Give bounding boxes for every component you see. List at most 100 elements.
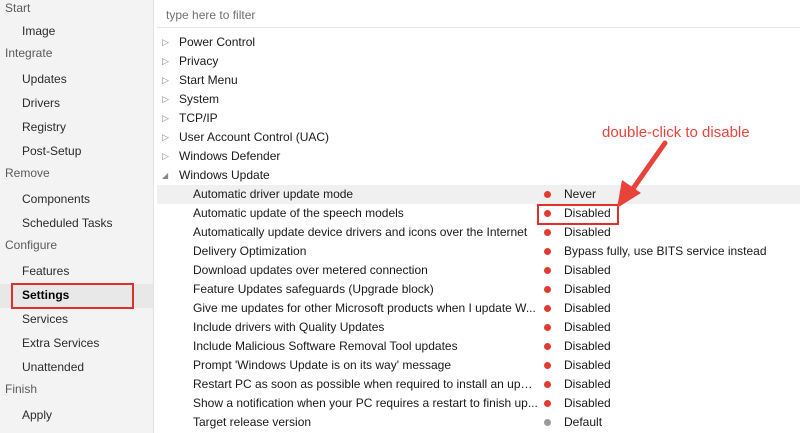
sidebar-item-label: Updates (22, 72, 67, 86)
tree-node-windows-update[interactable]: ◢ Windows Update (157, 166, 800, 185)
tree-node-start-menu[interactable]: ▷ Start Menu (157, 71, 800, 90)
tree-node-privacy[interactable]: ▷ Privacy (157, 52, 800, 71)
sidebar-item-image[interactable]: Image (0, 20, 153, 44)
setting-value[interactable]: Bypass fully, use BITS service instead (564, 242, 767, 261)
expand-arrow-icon[interactable]: ▷ (162, 147, 172, 166)
setting-name: Show a notification when your PC require… (193, 396, 538, 410)
sidebar-item-extra-services[interactable]: Extra Services (0, 332, 153, 356)
status-dot-icon (544, 267, 551, 274)
setting-row[interactable]: Show a notification when your PC require… (157, 394, 800, 413)
setting-name: Target release version (193, 415, 312, 429)
collapse-arrow-icon[interactable]: ◢ (162, 166, 172, 185)
setting-row[interactable]: Automatic update of the speech models Dis… (157, 204, 800, 223)
setting-row[interactable]: Automatically update device drivers and … (157, 223, 800, 242)
tree-node-label: Windows Defender (179, 149, 281, 163)
setting-row[interactable]: Feature Updates safeguards (Upgrade bloc… (157, 280, 800, 299)
sidebar-item-drivers[interactable]: Drivers (0, 92, 153, 116)
status-dot-icon (544, 305, 551, 312)
setting-row[interactable]: Delivery Optimization Bypass fully, use B… (157, 242, 800, 261)
expand-arrow-icon[interactable]: ▷ (162, 33, 172, 52)
sidebar-item-post-setup[interactable]: Post-Setup (0, 140, 153, 164)
tree-node-power-control[interactable]: ▷ Power Control (157, 33, 800, 52)
setting-name: Give me updates for other Microsoft prod… (193, 301, 536, 315)
sidebar-item-label: Unattended (22, 360, 85, 374)
setting-row[interactable]: Give me updates for other Microsoft prod… (157, 299, 800, 318)
tree-node-label: Start Menu (179, 73, 238, 87)
setting-name: Automatic update of the speech models (193, 206, 404, 220)
setting-row[interactable]: Include drivers with Quality Updates Disa… (157, 318, 800, 337)
sidebar-item-label: Drivers (22, 96, 60, 110)
setting-value[interactable]: Default (564, 413, 602, 432)
sidebar-section-integrate: Integrate (5, 46, 53, 60)
setting-value[interactable]: Disabled (564, 356, 611, 375)
sidebar-item-label: Post-Setup (22, 144, 82, 158)
sidebar-item-updates[interactable]: Updates (0, 68, 153, 92)
tree-node-windows-defender[interactable]: ▷ Windows Defender (157, 147, 800, 166)
sidebar-section-start: Start (5, 1, 31, 15)
setting-value[interactable]: Disabled (564, 337, 611, 356)
setting-value[interactable]: Disabled (564, 394, 611, 413)
sidebar-item-settings[interactable]: Settings (0, 284, 153, 308)
expand-arrow-icon[interactable]: ▷ (162, 90, 172, 109)
expand-arrow-icon[interactable]: ▷ (162, 71, 172, 90)
setting-name: Automatic driver update mode (193, 187, 354, 201)
tree-node-label: Privacy (179, 54, 219, 68)
sidebar-item-unattended[interactable]: Unattended (0, 356, 153, 380)
settings-tree: ▷ Power Control ▷ Privacy ▷ Start Menu ▷ System… (157, 33, 800, 185)
sidebar-item-features[interactable]: Features (0, 260, 153, 284)
expand-arrow-icon[interactable]: ▷ (162, 109, 172, 128)
sidebar-item-label: Registry (22, 120, 67, 134)
setting-row[interactable]: Target release version Default (157, 413, 800, 432)
setting-row[interactable]: Automatic driver update mode Never (157, 185, 800, 204)
setting-value[interactable]: Disabled (564, 261, 611, 280)
filter-input[interactable] (160, 3, 800, 26)
sidebar-item-label: Components (22, 192, 91, 206)
sidebar-item-registry[interactable]: Registry (0, 116, 153, 140)
tree-node-label: Windows Update (179, 168, 270, 182)
sidebar-item-label: Settings (22, 288, 70, 302)
tree-node-label: User Account Control (UAC) (179, 130, 330, 144)
status-dot-icon (544, 248, 551, 255)
setting-name: Prompt 'Windows Update is on its way' me… (193, 358, 452, 372)
setting-name: Delivery Optimization (193, 244, 307, 258)
setting-name: Include drivers with Quality Updates (193, 320, 385, 334)
setting-row[interactable]: Restart PC as soon as possible when requ… (157, 375, 800, 394)
setting-row[interactable]: Include Malicious Software Removal Tool … (157, 337, 800, 356)
setting-value[interactable]: Disabled (564, 318, 611, 337)
sidebar-item-label: Features (22, 264, 70, 278)
status-dot-icon (544, 229, 551, 236)
setting-row[interactable]: Download updates over metered connection… (157, 261, 800, 280)
expand-arrow-icon[interactable]: ▷ (162, 52, 172, 71)
setting-value[interactable]: Never (564, 185, 596, 204)
setting-value[interactable]: Disabled (564, 375, 611, 394)
annotation-text: double-click to disable (602, 124, 750, 141)
sidebar-item-scheduled-tasks[interactable]: Scheduled Tasks (0, 212, 153, 236)
setting-value[interactable]: Disabled (564, 204, 611, 223)
setting-value[interactable]: Disabled (564, 299, 611, 318)
sidebar-item-apply[interactable]: Apply (0, 404, 153, 428)
setting-name: Download updates over metered connection (193, 263, 428, 277)
setting-name: Automatically update device drivers and … (193, 225, 528, 239)
sidebar: Start Image Integrate Updates Drivers Registr… (0, 0, 154, 433)
status-dot-icon (544, 381, 551, 388)
filter-divider (157, 27, 800, 28)
sidebar-item-services[interactable]: Services (0, 308, 153, 332)
sidebar-section-finish: Finish (5, 382, 38, 396)
sidebar-item-label: Image (22, 24, 56, 38)
tree-node-system[interactable]: ▷ System (157, 90, 800, 109)
sidebar-section-remove: Remove (5, 166, 50, 180)
sidebar-item-components[interactable]: Components (0, 188, 153, 212)
expand-arrow-icon[interactable]: ▷ (162, 128, 172, 147)
status-dot-icon (544, 324, 551, 331)
setting-name: Feature Updates safeguards (Upgrade bloc… (193, 282, 434, 296)
status-dot-icon (544, 400, 551, 407)
sidebar-item-label: Extra Services (22, 336, 100, 350)
status-dot-icon (544, 419, 551, 426)
setting-value[interactable]: Disabled (564, 223, 611, 242)
status-dot-icon (544, 286, 551, 293)
tree-node-label: Power Control (179, 35, 256, 49)
sidebar-item-label: Services (22, 312, 69, 326)
setting-value[interactable]: Disabled (564, 280, 611, 299)
setting-row[interactable]: Prompt 'Windows Update is on its way' me… (157, 356, 800, 375)
tree-node-label: System (179, 92, 220, 106)
